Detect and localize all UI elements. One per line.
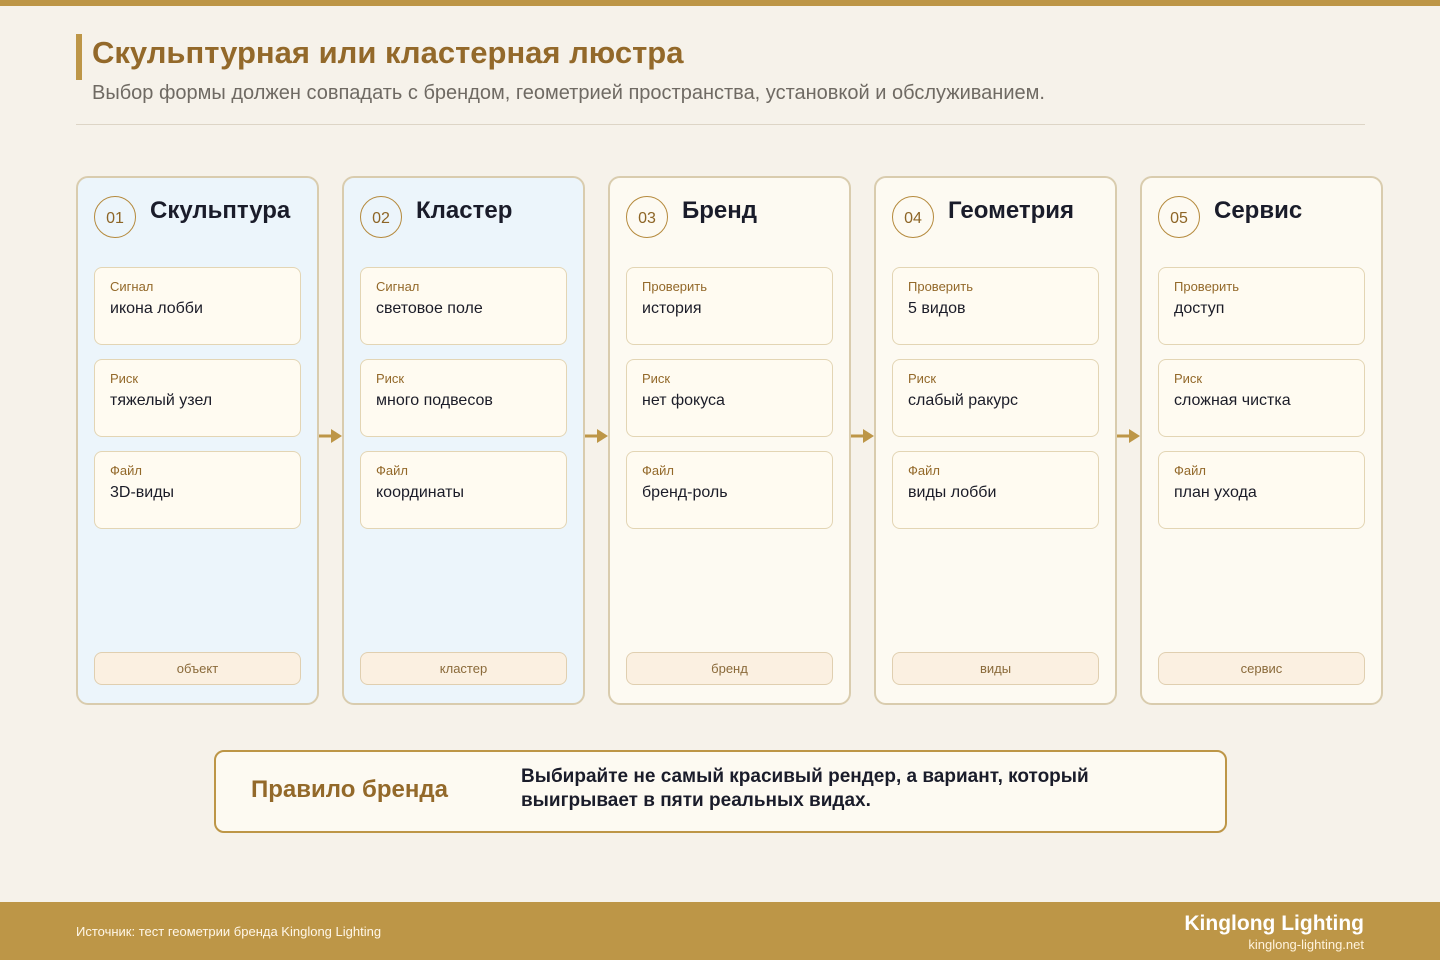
arrow-right-icon (1117, 429, 1140, 443)
footer-source: Источник: тест геометрии бренда Kinglong… (76, 924, 382, 939)
field-value: нет фокуса (642, 392, 725, 409)
field-label: Риск (908, 371, 937, 386)
field-value: слабый ракурс (908, 392, 1018, 409)
field-label: Проверить (908, 279, 974, 294)
step-card-sculpture: 01 Скульптура Сигнал икона лобби Риск тя… (76, 176, 319, 705)
field-value: 5 видов (908, 300, 966, 317)
field-value: 3D-виды (110, 484, 175, 501)
field-signal: Сигнал световое поле (360, 267, 567, 345)
field-label: Риск (110, 371, 139, 386)
brand-rule-text: Выбирайте не самый красивый рендер, а ва… (521, 766, 1089, 811)
field-label: Сигнал (376, 279, 420, 294)
field-value: икона лобби (110, 300, 203, 317)
header: Скульптурная или кластерная люстра Выбор… (76, 34, 1365, 104)
field-label: Файл (908, 463, 940, 478)
field-risk: Риск много подвесов (360, 359, 567, 437)
footer-brand: Kinglong Lighting (1184, 912, 1364, 935)
header-divider (76, 124, 1365, 125)
footer: Источник: тест геометрии бренда Kinglong… (0, 902, 1440, 960)
step-tag: сервис (1158, 652, 1365, 685)
field-label: Сигнал (110, 279, 154, 294)
arrow-right-icon (851, 429, 874, 443)
step-flow: 01 Скульптура Сигнал икона лобби Риск тя… (76, 176, 1384, 706)
field-file: Файл координаты (360, 451, 567, 529)
field-value: история (642, 300, 702, 317)
field-label: Проверить (1174, 279, 1240, 294)
field-label: Риск (642, 371, 671, 386)
field-label: Файл (110, 463, 142, 478)
step-card-brand: 03 Бренд Проверить история Риск нет фоку… (608, 176, 851, 705)
field-file: Файл 3D-виды (94, 451, 301, 529)
brand-rule-label: Правило бренда (251, 776, 448, 803)
step-title: Кластер (416, 197, 513, 224)
page-subtitle: Выбор формы должен совпадать с брендом, … (92, 82, 1045, 104)
title-accent-bar (76, 34, 82, 80)
step-number: 02 (360, 196, 402, 238)
step-title: Сервис (1214, 197, 1303, 224)
step-tag: виды (892, 652, 1099, 685)
page: Скульптурная или кластерная люстра Выбор… (0, 0, 1440, 960)
field-value: координаты (376, 484, 464, 501)
field-label: Проверить (642, 279, 708, 294)
brand-rule-box: Правило бренда Выбирайте не самый красив… (214, 750, 1227, 833)
field-check: Проверить доступ (1158, 267, 1365, 345)
field-value: план ухода (1174, 484, 1257, 501)
field-label: Риск (1174, 371, 1203, 386)
step-title: Бренд (682, 197, 757, 224)
step-card-service: 05 Сервис Проверить доступ Риск сложная … (1140, 176, 1383, 705)
field-value: сложная чистка (1174, 392, 1291, 409)
field-label: Файл (642, 463, 674, 478)
step-title: Скульптура (150, 197, 291, 224)
field-risk: Риск слабый ракурс (892, 359, 1099, 437)
field-file: Файл виды лобби (892, 451, 1099, 529)
field-value: доступ (1174, 300, 1225, 317)
field-value: много подвесов (376, 392, 493, 409)
step-number: 03 (626, 196, 668, 238)
field-label: Файл (1174, 463, 1206, 478)
arrow-right-icon (319, 429, 342, 443)
field-file: Файл план ухода (1158, 451, 1365, 529)
page-title: Скульптурная или кластерная люстра (92, 35, 684, 70)
field-file: Файл бренд-роль (626, 451, 833, 529)
step-tag: бренд (626, 652, 833, 685)
step-number: 01 (94, 196, 136, 238)
step-number: 04 (892, 196, 934, 238)
step-title: Геометрия (948, 197, 1075, 224)
field-risk: Риск нет фокуса (626, 359, 833, 437)
field-value: бренд-роль (642, 484, 728, 501)
field-value: виды лобби (908, 484, 997, 501)
step-card-geometry: 04 Геометрия Проверить 5 видов Риск слаб… (874, 176, 1117, 705)
footer-site: kinglong-lighting.net (1248, 937, 1364, 952)
field-value: тяжелый узел (110, 392, 213, 409)
field-check: Проверить история (626, 267, 833, 345)
step-number: 05 (1158, 196, 1200, 238)
field-label: Файл (376, 463, 408, 478)
step-tag: кластер (360, 652, 567, 685)
field-risk: Риск сложная чистка (1158, 359, 1365, 437)
arrow-right-icon (585, 429, 608, 443)
top-accent-bar (0, 0, 1440, 6)
field-risk: Риск тяжелый узел (94, 359, 301, 437)
step-tag: объект (94, 652, 301, 685)
field-value: световое поле (376, 300, 483, 317)
field-label: Риск (376, 371, 405, 386)
step-card-cluster: 02 Кластер Сигнал световое поле Риск мно… (342, 176, 585, 705)
field-signal: Сигнал икона лобби (94, 267, 301, 345)
field-check: Проверить 5 видов (892, 267, 1099, 345)
